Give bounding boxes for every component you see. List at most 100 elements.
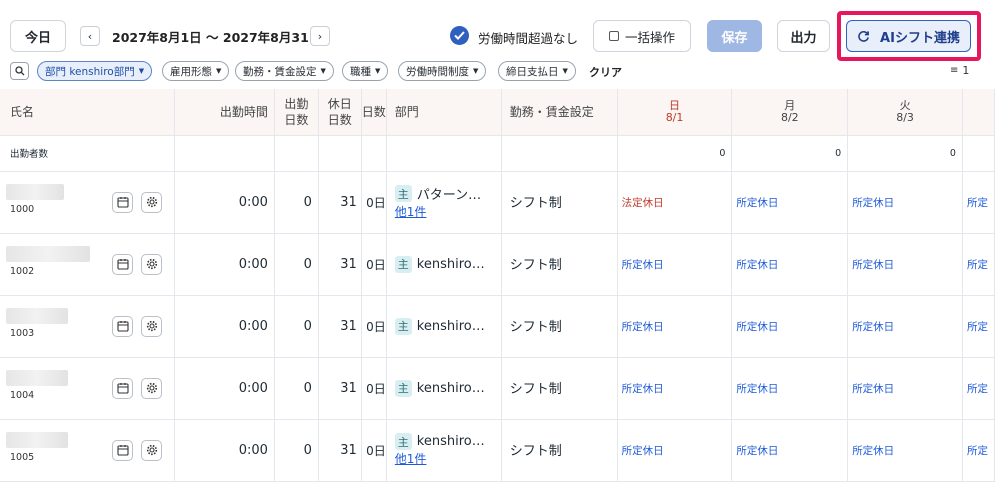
header-wage-setting[interactable]: 勤務・賃金設定 — [501, 89, 618, 136]
shift-cell[interactable]: 所定休日 — [731, 357, 849, 420]
shift-cell[interactable]: 所定休日 — [847, 171, 963, 234]
shift-cell[interactable]: 所定休日 — [847, 233, 963, 296]
header-work-time[interactable]: 出勤時間 — [174, 89, 275, 136]
filter-employment-type[interactable]: 雇用形態 ▼ — [162, 61, 230, 81]
shift-cell[interactable]: 所定 — [962, 233, 995, 296]
shift-cell[interactable]: 所定休日 — [731, 171, 849, 234]
caret-down-icon: ▼ — [473, 67, 479, 75]
shift-cell[interactable]: 所定休日 — [617, 295, 733, 358]
holiday-days: 31 — [318, 233, 362, 296]
save-button[interactable]: 保存 — [707, 20, 762, 52]
header-day-3[interactable]: 火 8/3 — [847, 89, 963, 136]
header-department[interactable]: 部門 — [386, 89, 502, 136]
employee-cell: 1000 — [0, 171, 176, 234]
filter-job-type[interactable]: 職種 ▼ — [342, 61, 389, 81]
primary-badge: 主 — [394, 433, 412, 450]
sort-control[interactable]: ≡ 1 — [950, 64, 969, 77]
settings-button[interactable] — [141, 191, 162, 213]
next-period-button[interactable]: › — [310, 26, 330, 46]
clear-filters-link[interactable]: クリア — [589, 64, 622, 80]
settings-button[interactable] — [141, 377, 162, 399]
settings-button[interactable] — [141, 439, 162, 461]
shift-cell[interactable]: 所定休日 — [847, 295, 963, 358]
shift-status: 所定 — [966, 382, 988, 395]
shift-status: 所定休日 — [736, 196, 779, 209]
department-more-link[interactable]: 他1件 — [395, 452, 427, 466]
calendar-button[interactable] — [112, 439, 133, 461]
day-date: 8/3 — [896, 110, 914, 124]
chevron-left-icon: ‹ — [87, 29, 93, 43]
department-cell: 主 kenshiro… — [386, 295, 502, 358]
overtime-checkbox[interactable] — [450, 26, 469, 45]
shift-status: 所定休日 — [736, 320, 779, 333]
ai-shift-label: AIシフト連携 — [880, 30, 960, 46]
employee-name-redacted — [6, 245, 90, 262]
day-date: 8/1 — [665, 110, 684, 124]
search-button[interactable] — [10, 62, 29, 80]
shift-status: 所定休日 — [852, 320, 895, 333]
settings-button[interactable] — [141, 253, 162, 275]
department-more-link[interactable]: 他1件 — [395, 205, 427, 219]
attendance-count: 0 — [847, 135, 963, 172]
department-name: kenshiro… — [416, 434, 485, 449]
shift-cell[interactable]: 所定休日 — [847, 357, 963, 420]
header-day-2[interactable]: 月 8/2 — [731, 89, 849, 136]
work-time: 0:00 — [174, 419, 275, 482]
filter-closing-date-label: 締日支払日 — [506, 65, 559, 78]
shift-cell[interactable]: 所定 — [962, 357, 995, 420]
header-partial-days[interactable]: 日数 — [361, 89, 387, 136]
shift-cell[interactable]: 所定休日 — [617, 419, 733, 482]
shift-status: 所定休日 — [621, 258, 664, 271]
ai-shift-button[interactable]: AIシフト連携 — [846, 20, 971, 52]
employee-name-redacted — [6, 183, 64, 200]
wage-setting: シフト制 — [501, 357, 618, 420]
work-time: 0:00 — [174, 295, 275, 358]
settings-button[interactable] — [141, 315, 162, 337]
shift-table: 氏名 出勤時間 出勤 日数 休日 日数 日数 部門 勤務・賃金設定 日 8/1 月… — [0, 89, 995, 482]
calendar-icon — [116, 445, 129, 456]
shift-cell[interactable]: 所定 — [962, 171, 995, 234]
employee-cell: 1005 — [0, 419, 176, 482]
shift-status: 所定休日 — [852, 196, 895, 209]
export-button[interactable]: 出力 — [777, 20, 830, 52]
filter-wage-setting[interactable]: 勤務・賃金設定 ▼ — [235, 61, 334, 81]
filter-closing-date[interactable]: 締日支払日 ▼ — [498, 61, 576, 81]
caret-down-icon: ▼ — [138, 67, 145, 75]
employee-cell: 1004 — [0, 357, 176, 420]
department-cell: 主 kenshiro… — [386, 233, 502, 296]
shift-cell[interactable]: 法定休日 — [617, 171, 733, 234]
header-holiday-days[interactable]: 休日 日数 — [318, 89, 362, 136]
shift-cell[interactable]: 所定 — [962, 295, 995, 358]
calendar-button[interactable] — [112, 191, 133, 213]
shift-status: 所定休日 — [621, 320, 664, 333]
today-button[interactable]: 今日 — [10, 20, 66, 52]
partial-days: 0日 — [361, 171, 387, 234]
header-day-1[interactable]: 日 8/1 — [617, 89, 733, 136]
shift-cell[interactable]: 所定休日 — [731, 295, 849, 358]
shift-status: 所定休日 — [852, 258, 895, 271]
gear-icon — [146, 320, 157, 332]
calendar-button[interactable] — [112, 315, 133, 337]
header-name[interactable]: 氏名 — [0, 89, 176, 136]
shift-cell[interactable]: 所定休日 — [847, 419, 963, 482]
shift-cell[interactable]: 所定休日 — [617, 357, 733, 420]
bulk-action-button[interactable]: 一括操作 — [593, 20, 691, 52]
prev-period-button[interactable]: ‹ — [80, 26, 100, 46]
summary-label: 出勤者数 — [0, 135, 176, 172]
calendar-button[interactable] — [112, 253, 133, 275]
shift-cell[interactable]: 所定 — [962, 419, 995, 482]
shift-cell[interactable]: 所定休日 — [731, 419, 849, 482]
primary-badge: 主 — [394, 185, 412, 202]
header-work-days[interactable]: 出勤 日数 — [274, 89, 319, 136]
sort-count: 1 — [962, 64, 970, 77]
shift-status: 所定休日 — [736, 444, 779, 457]
filter-department[interactable]: 部門 kenshiro部門 ▼ — [37, 61, 153, 81]
calendar-icon — [116, 197, 129, 208]
shift-cell[interactable]: 所定休日 — [617, 233, 733, 296]
shift-cell[interactable]: 所定休日 — [731, 233, 849, 296]
filter-working-hours-system[interactable]: 労働時間制度 ▼ — [398, 61, 487, 81]
date-range: 2027年8月1日 〜 2027年8月31日 — [112, 30, 322, 45]
department-name: kenshiro… — [416, 380, 485, 396]
calendar-button[interactable] — [112, 377, 133, 399]
department-name: パターン… — [416, 188, 482, 203]
